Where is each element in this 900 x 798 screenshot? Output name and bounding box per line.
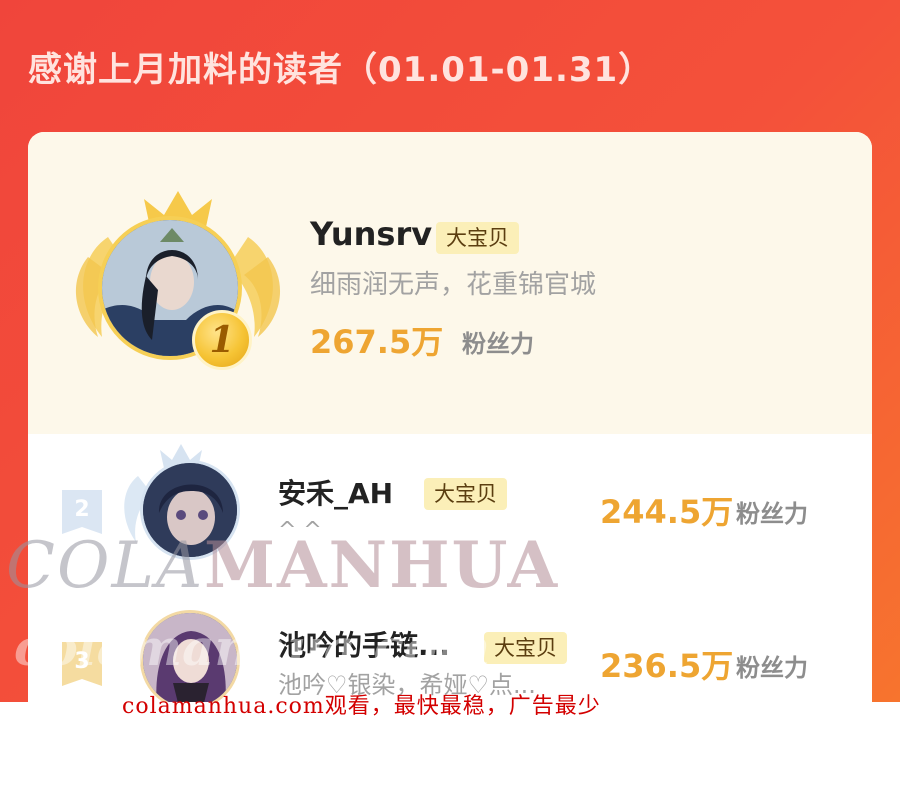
fan-tag: 大宝贝 bbox=[436, 222, 519, 254]
ranking-card: 1 Yunsrv 大宝贝 细雨润无声，花重锦官城 267.5万 粉丝力 2 安禾… bbox=[28, 132, 872, 702]
avatar-image bbox=[143, 463, 237, 557]
fan-power-value: 244.5万 bbox=[600, 493, 734, 531]
user-motto: ^ ^ bbox=[278, 518, 322, 543]
rank-ribbon-icon: 3 bbox=[62, 642, 102, 686]
avatar-image bbox=[143, 613, 237, 702]
avatar-an-he[interactable] bbox=[140, 460, 240, 560]
user-name[interactable]: 池吟的手链... bbox=[278, 626, 450, 666]
supporters-banner: 感谢上月加料的读者（01.01-01.31） 1 Yunsrv 大宝贝 细雨润无… bbox=[0, 0, 900, 702]
fan-tag: 大宝贝 bbox=[424, 478, 507, 510]
user-motto: 细雨润无声，花重锦官城 bbox=[310, 270, 597, 300]
rank-first-row[interactable]: 1 Yunsrv 大宝贝 细雨润无声，花重锦官城 267.5万 粉丝力 bbox=[28, 132, 872, 434]
fan-power-value: 236.5万 bbox=[600, 647, 734, 685]
rank-row[interactable]: 2 安禾_AH 大宝贝 ^ ^ 244.5万 粉丝力 bbox=[28, 434, 872, 584]
fan-tag: 大宝贝 bbox=[484, 632, 567, 664]
user-motto: 池吟♡银染，希娅♡点... bbox=[278, 671, 536, 699]
rank-medal-icon: 1 bbox=[192, 310, 252, 370]
user-name[interactable]: 安禾_AH bbox=[278, 474, 393, 514]
user-name[interactable]: Yunsrv bbox=[310, 214, 432, 254]
fan-power-unit: 粉丝力 bbox=[462, 330, 534, 358]
fan-power-unit: 粉丝力 bbox=[736, 654, 808, 682]
avatar-chi-yin[interactable] bbox=[140, 610, 240, 702]
rank-row[interactable]: 3 池吟的手链... 大宝贝 池吟♡银染，希娅♡点... 236.5万 粉丝力 bbox=[28, 584, 872, 702]
fan-power-unit: 粉丝力 bbox=[736, 500, 808, 528]
fan-power-value: 267.5万 bbox=[310, 323, 444, 361]
rank-ribbon-icon: 2 bbox=[62, 490, 102, 534]
page-title: 感谢上月加料的读者（01.01-01.31） bbox=[28, 50, 654, 90]
